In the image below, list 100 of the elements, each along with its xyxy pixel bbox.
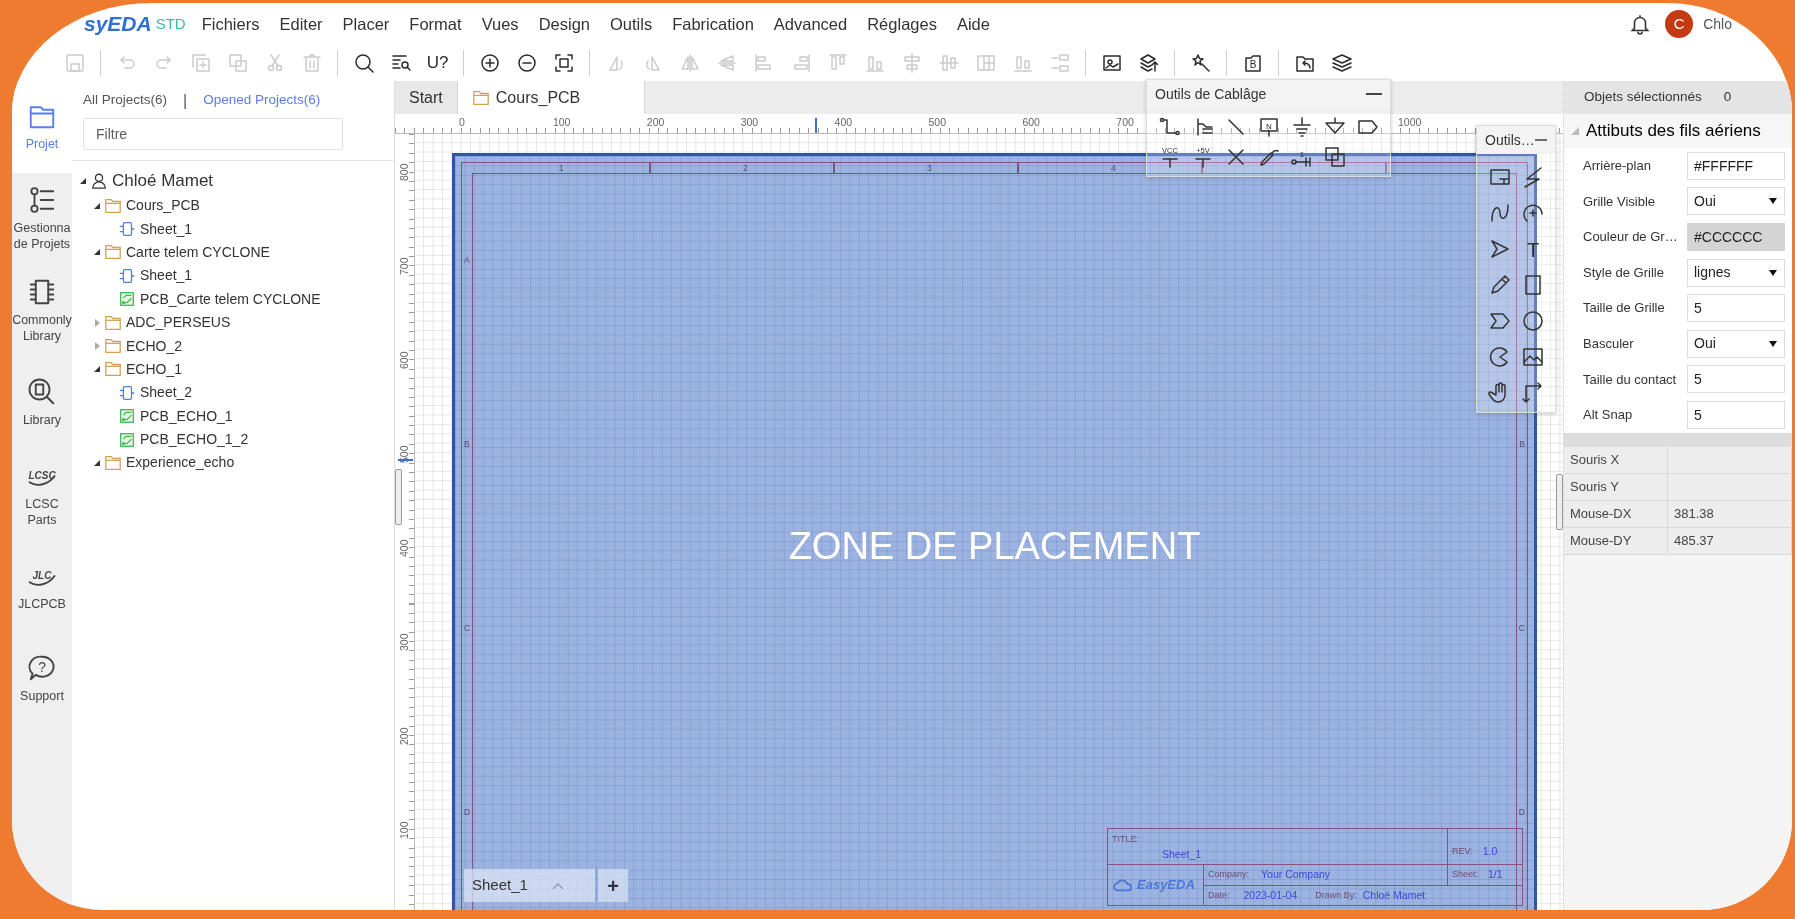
sheet-tab[interactable]: Sheet_1: [464, 869, 595, 902]
board-icon: [118, 290, 136, 309]
property-field[interactable]: #FFFFFF: [1687, 151, 1785, 180]
menu-item[interactable]: Outils: [600, 11, 663, 37]
zone-label: C: [464, 624, 471, 633]
zoom-in-icon: [478, 52, 501, 74]
ruler-label: 300: [740, 117, 759, 128]
project-tab-link[interactable]: Opened Projects(6): [203, 90, 321, 111]
menu-item[interactable]: Fabrication: [662, 11, 764, 37]
minimize-icon[interactable]: [1366, 92, 1382, 96]
panel-title: Outils de Cablâge: [1155, 84, 1267, 104]
zone-label: 4: [1111, 164, 1116, 173]
tree-item[interactable]: Experience_echo: [72, 451, 394, 475]
menu-item[interactable]: Design: [528, 11, 600, 37]
zone-label: B: [464, 440, 470, 449]
schematic-icon: [118, 383, 136, 402]
ruler-label: 700: [398, 257, 409, 275]
sidebar-tab[interactable]: Commonly Library: [12, 265, 72, 357]
tree-item[interactable]: PCB_ECHO_1: [72, 404, 394, 428]
ruler-label: 100: [552, 117, 571, 128]
folder-icon: [104, 360, 122, 379]
user-name[interactable]: Chlo: [1703, 13, 1732, 35]
cursor-marker: [398, 459, 413, 461]
tree-item[interactable]: Cours_PCB: [72, 194, 394, 218]
search-icon: [352, 52, 375, 74]
caret-down-icon: [1768, 268, 1778, 277]
tab-separator: |: [183, 90, 188, 111]
property-field[interactable]: 5: [1687, 400, 1785, 429]
menu-item[interactable]: Placer: [332, 11, 400, 37]
property-dropdown[interactable]: Oui: [1687, 329, 1785, 358]
readout-value: 485.37: [1668, 527, 1792, 555]
field-label: Date:: [1208, 888, 1230, 902]
user-avatar[interactable]: C: [1665, 10, 1694, 38]
author-value: Chloé Mamet: [1362, 887, 1426, 903]
placement-zone-label: ZONE DE PLACEMENT: [787, 524, 1202, 569]
editor-tab[interactable]: Start: [395, 81, 458, 114]
field-label: Drawn By:: [1315, 888, 1357, 902]
property-label: Grille Visible: [1583, 192, 1656, 211]
ruler-label: 300: [398, 633, 409, 651]
caret-down-icon: [1768, 197, 1778, 206]
zone-label: D: [464, 808, 471, 817]
sidebar-tab[interactable]: ? Support: [12, 633, 72, 725]
folder-icon: [104, 313, 122, 332]
property-field[interactable]: 5: [1687, 294, 1785, 323]
filter-field[interactable]: Filtre: [83, 118, 343, 150]
toolbar-button[interactable]: B: [1234, 48, 1271, 78]
distribute-icon: [1048, 52, 1071, 74]
sidebar-tab[interactable]: JLC JLCPCB: [12, 541, 72, 633]
ruler-label: 400: [398, 539, 409, 557]
sidebar-tab[interactable]: Library: [12, 357, 72, 449]
sidebar-tab[interactable]: LCSC LCSC Parts: [12, 449, 72, 541]
panel-collapse-handle[interactable]: [395, 469, 402, 525]
menu-item[interactable]: Vues: [471, 11, 529, 37]
panel-collapse-handle[interactable]: [1556, 474, 1563, 530]
tree-item[interactable]: ADC_PERSEUS: [72, 310, 394, 335]
notification-bell-icon[interactable]: [1629, 13, 1652, 35]
tree-item[interactable]: ECHO_1: [72, 357, 394, 382]
menu-item[interactable]: Réglages: [857, 11, 947, 37]
readout-label: Souris X: [1564, 446, 1668, 474]
zone-label: 1: [559, 164, 564, 173]
tree-item[interactable]: PCB_ECHO_1_2: [72, 427, 394, 452]
tree-item[interactable]: PCB_Carte telem CYCLONE: [72, 287, 394, 311]
ruler-label: 0: [459, 117, 465, 128]
project-tab-link[interactable]: All Projects(6): [83, 90, 168, 111]
property-field[interactable]: 5: [1687, 365, 1785, 394]
menu-item[interactable]: Editer: [269, 11, 333, 37]
tree-item[interactable]: Sheet_2: [72, 381, 394, 405]
paste-icon: [226, 52, 249, 74]
menu-item[interactable]: Advanced: [763, 11, 858, 37]
axis-arrow-icon: [1520, 381, 1545, 405]
tree-item[interactable]: Sheet_1: [72, 217, 394, 241]
property-dropdown[interactable]: lignes: [1687, 258, 1785, 287]
flip-vertical-icon: [715, 52, 738, 74]
layers-arrow-icon: [1137, 52, 1160, 74]
tree-item[interactable]: Sheet_1: [72, 264, 394, 288]
minimize-icon[interactable]: [1534, 138, 1547, 142]
align-center-icon: [937, 52, 960, 74]
circle-icon: [1520, 309, 1545, 333]
toolbar-button[interactable]: U?: [419, 48, 456, 78]
property-field[interactable]: #CCCCCC: [1687, 223, 1785, 251]
folder-icon: [104, 454, 122, 472]
sidebar-tab[interactable]: Gestionna de Projets: [12, 173, 72, 265]
sidebar-tab[interactable]: Projet: [12, 81, 72, 173]
tree-item[interactable]: ECHO_2: [72, 334, 394, 358]
flip-horizontal-icon: [678, 52, 701, 74]
menu-item[interactable]: Fichiers: [191, 11, 270, 37]
copy-icon: [189, 52, 212, 74]
ruler-label: 500: [928, 117, 947, 128]
tree-item[interactable]: Chloé Mamet: [72, 168, 394, 194]
menu-item[interactable]: Aide: [946, 11, 1000, 37]
editor-tab[interactable]: Cours_PCB: [457, 81, 645, 114]
ruler-label: 600: [1022, 117, 1040, 128]
tree-item[interactable]: Carte telem CYCLONE: [72, 240, 394, 265]
easyeda-logo-text: EasyEDA: [1137, 876, 1195, 895]
property-dropdown[interactable]: Oui: [1687, 187, 1785, 216]
property-label: Taille de Grille: [1583, 299, 1666, 318]
add-sheet-button[interactable]: +: [598, 869, 628, 902]
user-icon: [90, 172, 108, 190]
zone-label: 3: [927, 164, 932, 173]
menu-item[interactable]: Format: [399, 11, 472, 37]
